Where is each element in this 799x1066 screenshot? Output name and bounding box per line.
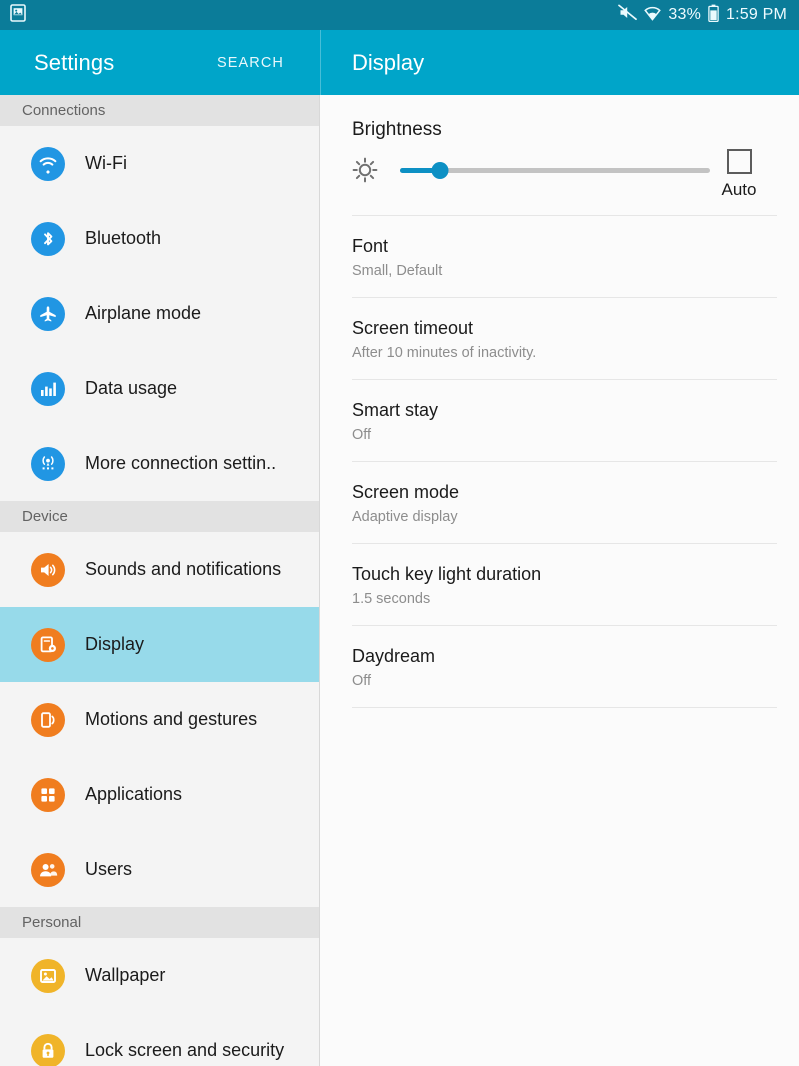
setting-row-touch-key-light-duration[interactable]: Touch key light duration 1.5 seconds bbox=[320, 544, 799, 625]
setting-subtitle: Small, Default bbox=[352, 263, 443, 279]
users-icon bbox=[31, 852, 65, 887]
speaker-icon bbox=[31, 552, 65, 587]
setting-title: Touch key light duration bbox=[352, 564, 542, 584]
auto-brightness-checkbox[interactable] bbox=[726, 149, 752, 174]
sidebar-item-label: Data usage bbox=[85, 378, 178, 398]
sidebar-item-wallpaper[interactable]: Wallpaper bbox=[0, 938, 319, 1013]
sidebar-item-more-connection-settin[interactable]: More connection settin.. bbox=[0, 426, 319, 501]
sidebar-item-bluetooth[interactable]: Bluetooth bbox=[0, 201, 319, 276]
sidebar-item-label: Applications bbox=[85, 784, 183, 804]
sidebar-item-lock-screen-and-security[interactable]: Lock screen and security bbox=[0, 1013, 319, 1066]
sidebar-item-label: Users bbox=[85, 859, 133, 879]
status-bar: 33% 1:59 PM bbox=[0, 0, 799, 30]
sidebar-item-applications[interactable]: Applications bbox=[0, 757, 319, 832]
detail-title: Display bbox=[352, 49, 425, 75]
auto-brightness-label: Auto bbox=[721, 180, 757, 199]
sidebar-item-airplane-mode[interactable]: Airplane mode bbox=[0, 276, 319, 351]
data-usage-icon bbox=[31, 371, 65, 406]
brightness-row: Auto bbox=[320, 141, 799, 199]
sidebar-item-label: Display bbox=[85, 634, 145, 654]
sidebar-item-sounds-and-notifications[interactable]: Sounds and notifications bbox=[0, 532, 319, 607]
setting-row-screen-mode[interactable]: Screen mode Adaptive display bbox=[320, 462, 799, 543]
battery-icon bbox=[708, 4, 719, 27]
app-bar-divider bbox=[320, 30, 321, 95]
setting-subtitle: Adaptive display bbox=[352, 509, 458, 525]
sidebar-item-label: Sounds and notifications bbox=[85, 559, 282, 579]
sidebar-item-label: Airplane mode bbox=[85, 303, 202, 323]
sidebar-item-label: More connection settin.. bbox=[85, 453, 277, 473]
auto-brightness-control[interactable]: Auto bbox=[709, 149, 769, 200]
mute-icon bbox=[618, 4, 638, 26]
sidebar-item-users[interactable]: Users bbox=[0, 832, 319, 907]
setting-title: Font bbox=[352, 236, 389, 256]
brightness-slider[interactable] bbox=[400, 160, 710, 180]
apps-grid-icon bbox=[31, 777, 65, 812]
search-button[interactable]: SEARCH bbox=[217, 55, 320, 71]
setting-subtitle: Off bbox=[352, 427, 372, 443]
sidebar-item-label: Motions and gestures bbox=[85, 709, 258, 729]
setting-row-smart-stay[interactable]: Smart stay Off bbox=[320, 380, 799, 461]
setting-title: Daydream bbox=[352, 646, 436, 666]
brightness-title: Brightness bbox=[352, 119, 442, 140]
settings-sidebar[interactable]: Connections Wi-Fi Bluetooth Airplane mode Da… bbox=[0, 95, 320, 1066]
sidebar-item-label: Wallpaper bbox=[85, 965, 166, 985]
wallpaper-icon bbox=[31, 958, 65, 993]
setting-row-screen-timeout[interactable]: Screen timeout After 10 minutes of inacti… bbox=[320, 298, 799, 379]
display-settings-panel: Brightness Auto Font Small, Default Scre… bbox=[320, 95, 799, 1066]
display-icon bbox=[31, 627, 65, 662]
setting-subtitle: Off bbox=[352, 673, 372, 689]
sun-icon bbox=[350, 155, 380, 185]
lock-icon bbox=[31, 1033, 65, 1066]
setting-title: Screen timeout bbox=[352, 318, 474, 338]
motion-icon bbox=[31, 702, 65, 737]
status-bar-left bbox=[10, 3, 26, 27]
sidebar-section-header: Connections bbox=[0, 95, 319, 126]
settings-app-bar: Settings SEARCH bbox=[0, 30, 320, 95]
clock-time: 1:59 PM bbox=[726, 6, 787, 23]
detail-app-bar: Display bbox=[320, 30, 799, 95]
setting-title: Screen mode bbox=[352, 482, 460, 502]
sidebar-item-motions-and-gestures[interactable]: Motions and gestures bbox=[0, 682, 319, 757]
brightness-section: Brightness Auto bbox=[320, 95, 799, 199]
sidebar-item-display[interactable]: Display bbox=[0, 607, 319, 682]
setting-subtitle: 1.5 seconds bbox=[352, 591, 431, 607]
status-bar-right: 33% 1:59 PM bbox=[618, 4, 787, 27]
slider-thumb[interactable] bbox=[431, 161, 449, 179]
sidebar-section-header: Device bbox=[0, 501, 319, 532]
wifi-icon bbox=[644, 5, 662, 26]
wifi-icon bbox=[31, 146, 65, 181]
sidebar-item-label: Wi-Fi bbox=[85, 153, 127, 173]
setting-row-daydream[interactable]: Daydream Off bbox=[320, 626, 799, 707]
sidebar-item-label: Bluetooth bbox=[85, 228, 162, 248]
page-title: Settings bbox=[34, 49, 115, 75]
list-divider bbox=[352, 707, 777, 708]
sidebar-item-label: Lock screen and security bbox=[85, 1040, 285, 1060]
broadcast-icon bbox=[31, 446, 65, 481]
setting-row-font[interactable]: Font Small, Default bbox=[320, 216, 799, 297]
settings-screen: 33% 1:59 PM Settings SEARCH Display Conn… bbox=[0, 0, 799, 1066]
battery-percent: 33% bbox=[668, 6, 701, 23]
sidebar-item-data-usage[interactable]: Data usage bbox=[0, 351, 319, 426]
sidebar-section-header: Personal bbox=[0, 907, 319, 938]
airplane-icon bbox=[31, 296, 65, 331]
sidebar-item-wi-fi[interactable]: Wi-Fi bbox=[0, 126, 319, 201]
setting-subtitle: After 10 minutes of inactivity. bbox=[352, 345, 537, 361]
screenshot-icon bbox=[10, 3, 26, 27]
bluetooth-icon bbox=[31, 221, 65, 256]
setting-title: Smart stay bbox=[352, 400, 439, 420]
